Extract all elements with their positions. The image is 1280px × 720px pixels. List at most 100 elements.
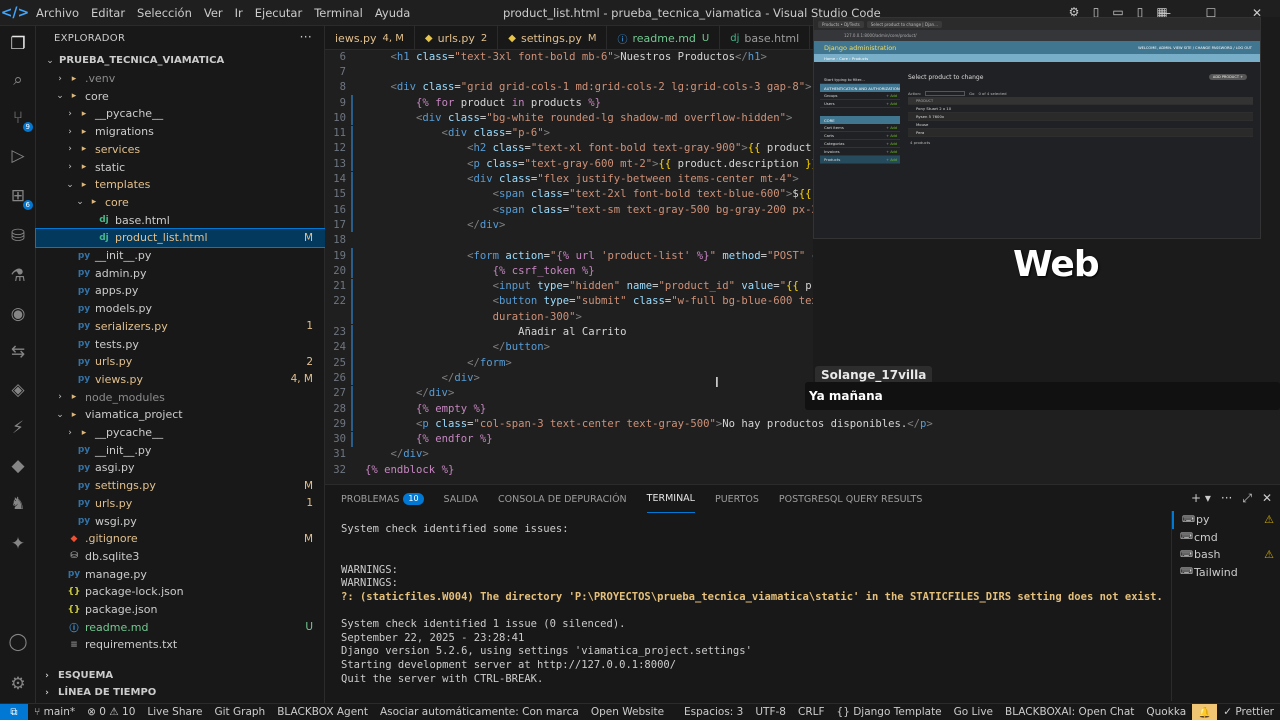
tree-item[interactable]: ⛁ db.sqlite3 [36, 548, 325, 566]
tree-item[interactable]: › ▸ __pycache__ [36, 105, 325, 123]
manage-gear-icon[interactable]: ⚙ [6, 672, 30, 696]
browser-tab[interactable]: Select product to change | Djan... [866, 20, 942, 28]
django-model-link[interactable]: Cart items + Add [820, 124, 900, 132]
status-item[interactable]: Espacios: 3 [678, 706, 749, 718]
tree-item[interactable]: py urls.py 1 [36, 495, 325, 513]
status-item[interactable]: BLACKBOX Agent [271, 706, 374, 718]
postgres-icon[interactable]: ♞ [6, 492, 30, 516]
outline-section[interactable]: › ESQUEMA [36, 667, 325, 684]
tree-item[interactable]: › ▸ migrations [36, 123, 325, 141]
add-link[interactable]: + Add [886, 142, 897, 146]
menu-item[interactable]: Terminal [308, 6, 369, 20]
tree-item[interactable]: ◆ .gitignore M [36, 530, 325, 548]
explorer-icon[interactable]: ❐ [6, 32, 30, 56]
github-icon[interactable]: ◉ [6, 302, 30, 326]
tree-item[interactable]: dj product_list.html M [35, 228, 326, 248]
editor-tab[interactable]: ◆ settings.py M [498, 26, 608, 50]
tree-item[interactable]: ⌄ ▸ core [36, 87, 325, 105]
tree-item[interactable]: {} package.json [36, 601, 325, 619]
django-user-links[interactable]: WELCOME, ADMIN. VIEW SITE / CHANGE PASSW… [1138, 46, 1252, 50]
terminal-instance[interactable]: ⌨ py ⚠ [1172, 511, 1280, 529]
code-line[interactable]: 32 {% endblock %} [325, 462, 1280, 477]
tree-item[interactable]: ≡ requirements.txt [36, 636, 325, 654]
remote-icon[interactable]: ⧉ [0, 703, 28, 720]
search-icon[interactable]: ⌕ [6, 68, 30, 92]
menu-item[interactable]: Ir [229, 6, 249, 20]
ai-chat-icon[interactable]: ✦ [6, 532, 30, 556]
python-icon[interactable]: ◆ [6, 454, 30, 478]
add-link[interactable]: + Add [886, 94, 897, 98]
terminal-output[interactable]: System check identified some issues: WARN… [341, 523, 1163, 686]
tree-item[interactable]: › ▸ services [36, 141, 325, 159]
docker-icon[interactable]: ◈ [6, 378, 30, 402]
problems-status[interactable]: ⊗ 0 ⚠ 10 [81, 706, 141, 718]
tree-item[interactable]: py admin.py [36, 264, 325, 282]
status-item[interactable]: Git Graph [209, 706, 272, 718]
editor-tab[interactable]: dj base.html [720, 26, 811, 50]
account-icon[interactable]: ◯ [6, 630, 30, 654]
tree-item[interactable]: ⌄ ▸ viamatica_project [36, 406, 325, 424]
tree-item[interactable]: py __init__.py [36, 247, 325, 265]
tree-item[interactable]: py urls.py 2 [36, 353, 325, 371]
status-item[interactable]: {} Django Template [831, 706, 948, 718]
tree-item[interactable]: › ▸ .venv [36, 70, 325, 88]
tree-item[interactable]: ⌄ PRUEBA_TECNICA_VIAMATICA [36, 52, 325, 70]
tree-item[interactable]: py tests.py [36, 335, 325, 353]
panel-tab[interactable]: SALIDA [444, 485, 478, 513]
tree-item[interactable]: ⌄ ▸ core [36, 194, 325, 212]
tree-item[interactable]: ⌄ ▸ templates [36, 176, 325, 194]
panel-tab[interactable]: CONSOLA DE DEPURACIÓN [498, 485, 627, 513]
tree-item[interactable]: py apps.py [36, 282, 325, 300]
testing-icon[interactable]: ⚗ [6, 264, 30, 288]
terminal-instance[interactable]: ⌨ Tailwind [1172, 564, 1280, 582]
tree-item[interactable]: py settings.py M [36, 477, 325, 495]
run-debug-icon[interactable]: ▷ [6, 144, 30, 168]
product-row[interactable]: Pera [908, 129, 1253, 137]
django-model-link[interactable]: Invoices + Add [820, 148, 900, 156]
tree-item[interactable]: py serializers.py 1 [36, 318, 325, 336]
extensions-icon[interactable]: ⊞ 6 [6, 184, 33, 210]
add-link[interactable]: + Add [886, 158, 897, 162]
prettier-status[interactable]: ✓ Prettier [1217, 706, 1280, 718]
branch-status[interactable]: ⑂ main* [28, 706, 81, 718]
add-link[interactable]: + Add [886, 134, 897, 138]
product-row[interactable]: Pony Stuart 2 x 10 [908, 105, 1253, 113]
django-filter[interactable]: Start typing to filter... [820, 76, 900, 84]
database-icon[interactable]: ⛁ [6, 224, 30, 248]
status-item[interactable]: Live Share [141, 706, 208, 718]
tree-item[interactable]: dj base.html [36, 211, 325, 229]
editor-tab[interactable]: ◆ urls.py 2 [415, 26, 499, 50]
tree-item[interactable]: py views.py 4, M [36, 371, 325, 389]
notifications-bell-icon[interactable]: 🔔 [1192, 703, 1218, 720]
add-link[interactable]: + Add [886, 150, 897, 154]
menu-item[interactable]: Ver [198, 6, 229, 20]
django-model-link[interactable]: Users + Add [820, 100, 900, 108]
menu-item[interactable]: Archivo [30, 6, 85, 20]
status-item[interactable]: UTF-8 [749, 706, 792, 718]
django-model-link[interactable]: Groups + Add [820, 92, 900, 100]
django-model-link[interactable]: Categorias + Add [820, 140, 900, 148]
django-app-core[interactable]: CORE [820, 116, 900, 124]
terminal-instance[interactable]: ⌨ bash ⚠ [1172, 546, 1280, 564]
tree-item[interactable]: py manage.py [36, 565, 325, 583]
django-app-auth[interactable]: AUTHENTICATION AND AUTHORIZATION [820, 84, 900, 92]
tree-item[interactable]: › ▸ static [36, 158, 325, 176]
status-item[interactable]: CRLF [792, 706, 831, 718]
status-item[interactable]: Go Live [948, 706, 999, 718]
tree-item[interactable]: py __init__.py [36, 441, 325, 459]
django-model-link[interactable]: Carts + Add [820, 132, 900, 140]
product-column-header[interactable]: PRODUCT [908, 97, 1253, 105]
menu-item[interactable]: Ayuda [369, 6, 417, 20]
menu-item[interactable]: Editar [85, 6, 131, 20]
timeline-section[interactable]: › LÍNEA DE TIEMPO [36, 684, 325, 701]
browser-tab[interactable]: Products • DJ/Tests [818, 20, 864, 28]
more-actions-icon[interactable]: ··· [1221, 491, 1232, 506]
source-control-icon[interactable]: ⑂ 9 [6, 106, 33, 132]
terminal-instance[interactable]: ⌨ cmd [1172, 529, 1280, 547]
new-terminal-icon[interactable]: + ▾ [1191, 491, 1211, 506]
status-item[interactable]: Asociar automáticamente: Con marca [374, 706, 585, 718]
action-go-button[interactable]: Go [969, 91, 974, 96]
code-line[interactable]: 30 {% endfor %} [325, 431, 1280, 447]
django-title[interactable]: Django administration [824, 44, 896, 52]
tree-item[interactable]: ⓘ readme.md U [36, 618, 325, 636]
